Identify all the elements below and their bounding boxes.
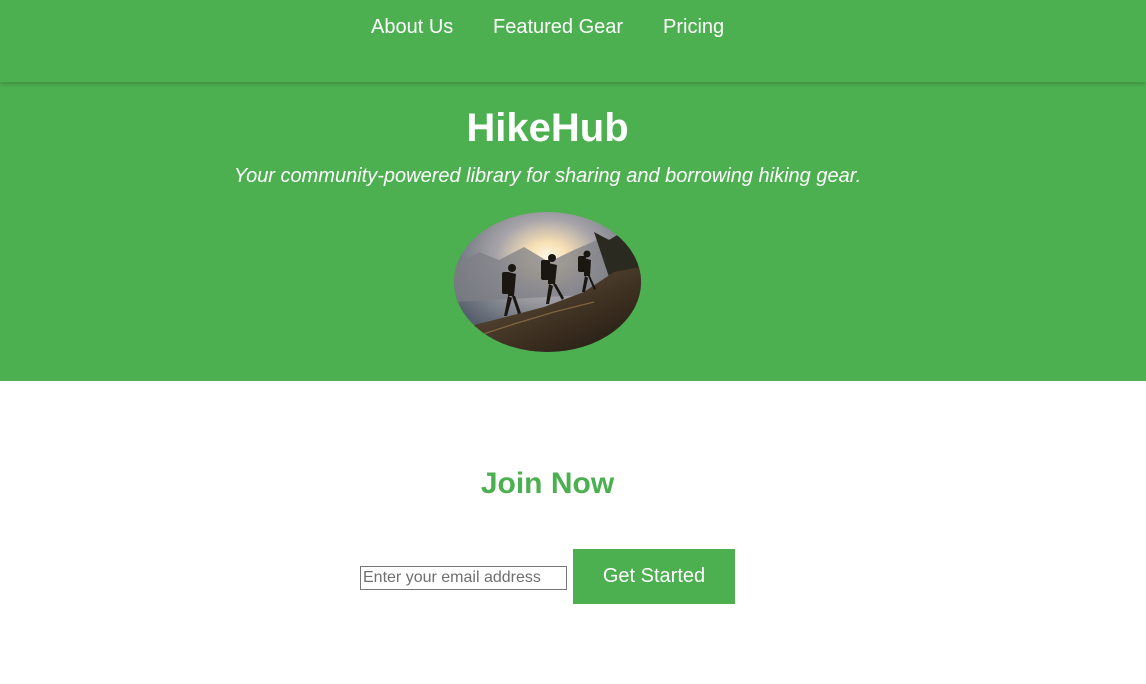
site-tagline: Your community-powered library for shari… <box>233 165 862 187</box>
hero-image-hikers <box>454 212 641 352</box>
hero-section: HikeHub Your community-powered library f… <box>0 82 1146 381</box>
hikers-illustration <box>454 212 641 352</box>
nav-link-pricing[interactable]: Pricing <box>663 15 724 39</box>
nav-link-featured-gear[interactable]: Featured Gear <box>493 15 623 39</box>
top-navigation-bar: About Us Featured Gear Pricing <box>0 0 1146 82</box>
nav-link-about-us[interactable]: About Us <box>371 15 453 39</box>
join-now-heading: Join Now <box>480 467 615 500</box>
get-started-button[interactable]: Get Started <box>573 549 735 604</box>
site-title: HikeHub <box>466 106 629 150</box>
email-input[interactable] <box>360 566 567 590</box>
